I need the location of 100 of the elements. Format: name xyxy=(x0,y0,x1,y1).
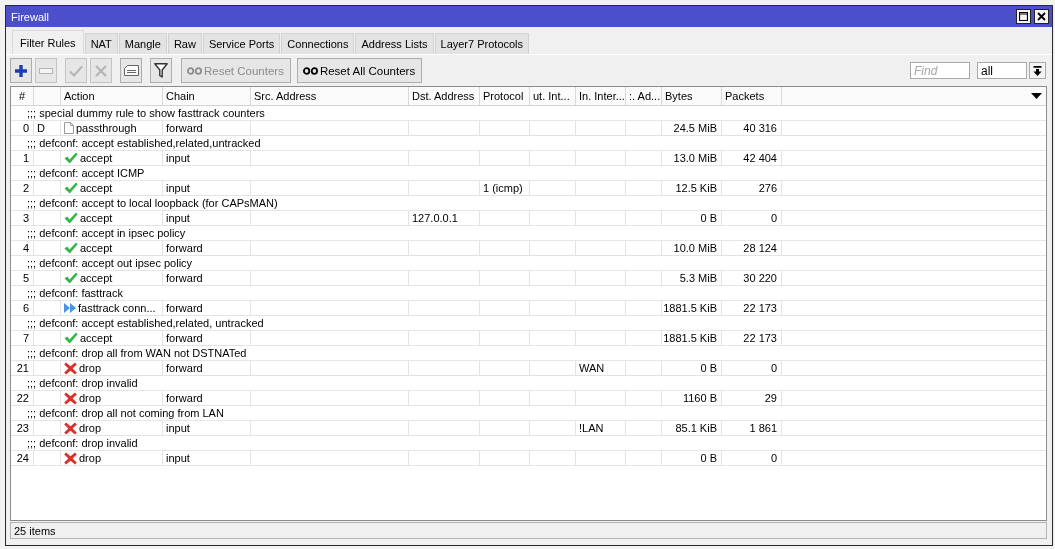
maximize-button[interactable] xyxy=(1016,9,1031,24)
table-cell: input xyxy=(163,181,251,195)
table-cell: 13.0 MiB xyxy=(662,151,722,165)
plus-icon xyxy=(15,64,27,77)
action-label: drop xyxy=(79,452,102,464)
table-cell: forward xyxy=(163,241,251,255)
rule-comment: ;;; defconf: drop invalid xyxy=(27,377,138,389)
column-header[interactable]: Dst. Address xyxy=(409,87,480,105)
column-header[interactable]: Chain xyxy=(163,87,251,105)
tab[interactable]: Mangle xyxy=(118,33,167,54)
tab[interactable]: Layer7 Protocols xyxy=(434,33,530,54)
item-count: 25 items xyxy=(14,524,56,537)
close-button[interactable] xyxy=(1034,9,1049,24)
column-header[interactable]: # xyxy=(11,87,34,105)
rule-comment: ;;; defconf: drop invalid xyxy=(27,437,138,449)
table-cell: 1 (icmp) xyxy=(480,181,530,195)
check-icon xyxy=(64,242,78,254)
table-cell: input xyxy=(163,151,251,165)
rule-comment: ;;; defconf: accept established,related,untracked xyxy=(27,137,261,149)
action-label: passthrough xyxy=(76,122,137,134)
column-header[interactable]: In. Inter... xyxy=(576,87,626,105)
table-cell: 0 B xyxy=(662,451,722,465)
table-cell: 24 xyxy=(11,451,34,465)
column-header[interactable]: ut. Int... xyxy=(530,87,576,105)
dropdown-button[interactable] xyxy=(1029,62,1046,79)
table-cell: 0 xyxy=(722,211,782,225)
tab[interactable]: Connections xyxy=(281,33,355,54)
filter-button[interactable] xyxy=(150,58,172,83)
tab[interactable]: Raw xyxy=(167,33,202,54)
check-icon xyxy=(64,332,78,344)
rule-comment: ;;; defconf: accept ICMP xyxy=(27,167,145,179)
column-header[interactable]: Bytes xyxy=(662,87,722,105)
table-cell: 85.1 KiB xyxy=(662,421,722,435)
add-button[interactable] xyxy=(10,58,32,83)
table-cell: 3 xyxy=(11,211,34,225)
table-cell: 42 404 xyxy=(722,151,782,165)
double-ring-icon xyxy=(187,66,202,75)
table-cell: forward xyxy=(163,271,251,285)
table-cell: 0 xyxy=(722,451,782,465)
table-cell: 4 xyxy=(11,241,34,255)
check-icon xyxy=(64,182,78,194)
rule-comment: ;;; defconf: accept established,related, untracked xyxy=(27,317,264,329)
scope-dropdown[interactable]: all xyxy=(977,62,1027,79)
table-cell: !LAN xyxy=(576,421,626,435)
table-cell: input xyxy=(163,211,251,225)
check-icon xyxy=(69,64,83,77)
table-cell: 29 xyxy=(722,391,782,405)
column-header[interactable]: Src. Address xyxy=(251,87,409,105)
rule-comment: ;;; defconf: accept out ipsec policy xyxy=(27,257,193,269)
rule-comment: ;;; special dummy rule to show fasttrack counters xyxy=(27,107,265,119)
rule-comment: ;;; defconf: fasttrack xyxy=(27,287,123,299)
check-icon xyxy=(64,152,78,164)
column-header[interactable]: Packets xyxy=(722,87,782,105)
table-cell: 12.5 KiB xyxy=(662,181,722,195)
table-cell: WAN xyxy=(576,361,626,375)
column-header[interactable]: Protocol xyxy=(480,87,530,105)
table-cell: 22 173 xyxy=(722,331,782,345)
reset-all-counters-button[interactable]: Reset All Counters xyxy=(296,58,423,83)
document-icon xyxy=(64,122,74,134)
table-cell: 0 xyxy=(722,361,782,375)
tab[interactable]: NAT xyxy=(84,33,118,54)
table-cell: 276 xyxy=(722,181,782,195)
action-label: drop xyxy=(79,362,102,374)
rule-comment: ;;; defconf: drop all from WAN not DSTNATed xyxy=(27,347,247,359)
tab[interactable]: Service Ports xyxy=(202,33,281,54)
caret-icon[interactable] xyxy=(1031,93,1042,99)
action-label: accept xyxy=(80,242,113,254)
check-icon xyxy=(64,212,78,224)
table-cell: 127.0.0.1 xyxy=(409,211,480,225)
column-header[interactable]: :. Ad... xyxy=(626,87,662,105)
table-cell: forward xyxy=(163,391,251,405)
table-cell: 22 173 xyxy=(722,301,782,315)
table-cell: 1160 B xyxy=(662,391,722,405)
table-cell: forward xyxy=(163,361,251,375)
action-label: accept xyxy=(80,272,113,284)
arrow-down-bar-icon xyxy=(1033,65,1042,76)
table-cell: 6 xyxy=(11,301,34,315)
find-field[interactable]: Find xyxy=(910,62,970,79)
action-label: drop xyxy=(79,392,102,404)
tab[interactable]: Address Lists xyxy=(355,33,434,54)
table-cell: 23 xyxy=(11,421,34,435)
double-ring-icon xyxy=(302,66,318,75)
cross-icon xyxy=(64,421,77,435)
comment-button[interactable] xyxy=(120,58,142,83)
cross-icon xyxy=(64,451,77,465)
table-cell: D xyxy=(34,121,61,135)
table-cell: forward xyxy=(163,121,251,135)
table-cell: 1 xyxy=(11,151,34,165)
table-cell: 5.3 MiB xyxy=(662,271,722,285)
rule-comment: ;;; defconf: accept to local loopback (for CAPsMAN) xyxy=(27,197,278,209)
table-cell: 7 xyxy=(11,331,34,345)
table-cell: 28 124 xyxy=(722,241,782,255)
window-title: Firewall xyxy=(11,10,49,23)
cross-icon xyxy=(95,64,107,77)
table-cell: 0 xyxy=(11,121,34,135)
double-arrow-icon xyxy=(64,303,76,313)
cross-icon xyxy=(64,391,77,405)
tab[interactable]: Filter Rules xyxy=(12,30,84,54)
column-header[interactable]: Action xyxy=(61,87,163,105)
cross-icon xyxy=(64,361,77,375)
